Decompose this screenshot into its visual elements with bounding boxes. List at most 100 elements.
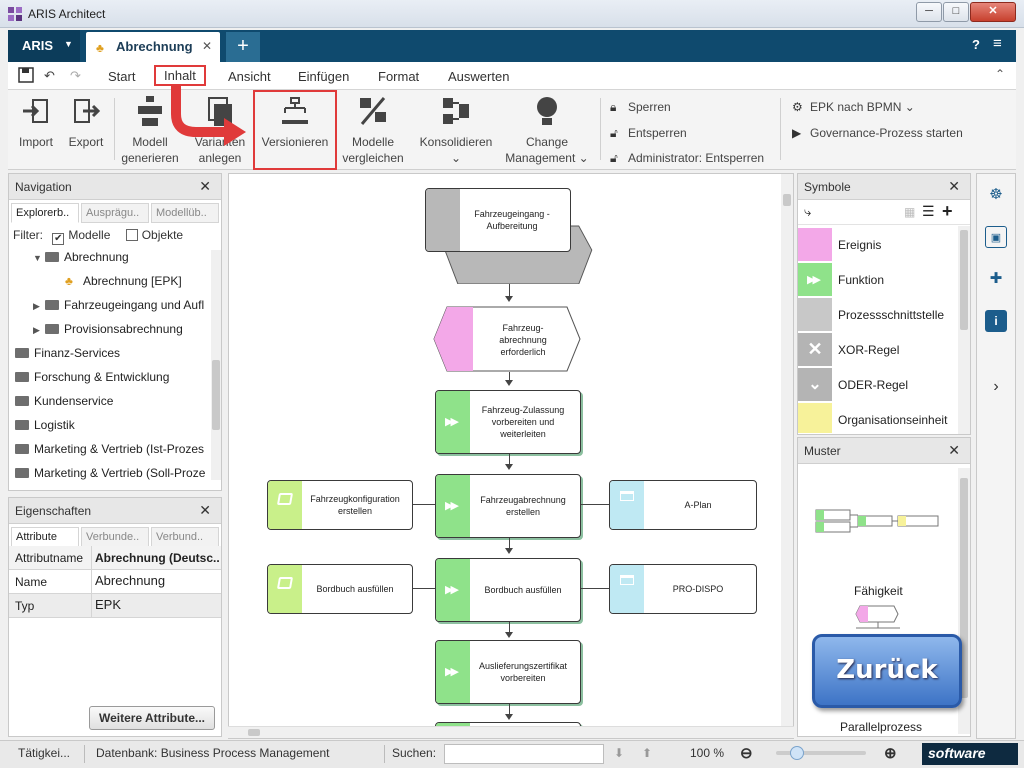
function-node[interactable]: ▶▶ Fahrzeugabrechnung erstellen: [435, 474, 581, 538]
properties-view-icon[interactable]: ▣: [985, 226, 1007, 248]
maximize-button[interactable]: □: [943, 2, 969, 22]
list-view-icon[interactable]: ☰: [922, 203, 935, 220]
zoom-slider-knob[interactable]: [790, 746, 804, 760]
model-canvas[interactable]: Fahrzeugeingang - Aufbereitung Fahrzeug-…: [228, 173, 794, 739]
symbols-scrollbar[interactable]: [958, 226, 970, 434]
tree-item-provisionsabrechnung[interactable]: ▶ Provisionsabrechnung: [33, 322, 183, 336]
zurueck-button[interactable]: Zurück: [812, 634, 962, 708]
import-button[interactable]: Import: [14, 94, 58, 150]
new-tab-button[interactable]: +: [226, 32, 260, 62]
tree-item-marketing-ist[interactable]: Marketing & Vertrieb (Ist-Prozes: [15, 442, 204, 456]
close-window-button[interactable]: ✕: [970, 2, 1016, 22]
symbol-item-oder-regel[interactable]: ⌄ ODER-Regel: [798, 368, 958, 402]
connection-icon[interactable]: ⤷: [804, 204, 811, 220]
aris-main-menu[interactable]: ARIS ▼: [8, 30, 80, 62]
close-pane-icon[interactable]: ✕: [948, 442, 960, 459]
save-icon[interactable]: [18, 67, 34, 83]
navigation-scrollbar[interactable]: [211, 250, 221, 480]
konsolidieren-button[interactable]: Konsolidieren ⌄: [416, 94, 496, 166]
attr-value[interactable]: Abrechnung: [95, 573, 165, 588]
tree-item-abrechnung[interactable]: ▼ Abrechnung: [33, 250, 129, 264]
sperren-button[interactable]: 🔒︎ Sperren: [610, 100, 671, 115]
tree-item-kundenservice[interactable]: Kundenservice: [15, 394, 113, 408]
help-button[interactable]: ?: [972, 37, 980, 52]
tab-ansicht[interactable]: Ansicht: [228, 69, 271, 84]
tree-item-fahrzeugeingang[interactable]: ▶ Fahrzeugeingang und Aufl: [33, 298, 204, 312]
scrollbar-thumb[interactable]: [212, 360, 220, 430]
tab-auswerten[interactable]: Auswerten: [448, 69, 509, 84]
add-symbol-icon[interactable]: +: [942, 201, 953, 222]
grid-view-icon[interactable]: ▦: [904, 205, 915, 219]
weitere-attribute-button[interactable]: Weitere Attribute...: [89, 706, 215, 730]
search-input[interactable]: [444, 744, 604, 764]
table-row[interactable]: Typ EPK: [9, 594, 221, 618]
close-pane-icon[interactable]: ✕: [948, 178, 960, 195]
symbol-item-prozessschnittstelle[interactable]: Prozessschnittstelle: [798, 298, 958, 332]
symbol-item-funktion[interactable]: ▶▶ Funktion: [798, 263, 958, 297]
symbol-item-xor-regel[interactable]: ✕ XOR-Regel: [798, 333, 958, 367]
puzzle-icon[interactable]: ✚: [985, 268, 1007, 290]
filter-modelle-checkbox[interactable]: ✔: [52, 233, 65, 245]
entsperren-button[interactable]: 🔓︎ Entsperren: [610, 126, 687, 141]
epk-nach-bpmn-button[interactable]: ⚙ EPK nach BPMN ⌄: [792, 100, 915, 114]
modelle-vergleichen-button[interactable]: Modelle vergleichen: [338, 94, 408, 166]
close-pane-icon[interactable]: ✕: [199, 502, 211, 519]
zoom-out-icon[interactable]: ⊖: [740, 744, 753, 762]
change-management-button[interactable]: Change Management ⌄: [502, 94, 592, 166]
function-node[interactable]: ▶▶ Auslieferungszertifikat vorbereiten: [435, 640, 581, 704]
tab-verbunden-1[interactable]: Verbunde..: [81, 527, 149, 547]
event-node[interactable]: Fahrzeug-abrechnung erforderlich: [433, 306, 581, 372]
tab-start[interactable]: Start: [108, 69, 135, 84]
tab-abrechnung[interactable]: ♣ Abrechnung ✕: [86, 32, 220, 62]
collapse-ribbon-icon[interactable]: ⌃: [995, 67, 1005, 81]
tab-verbunden-2[interactable]: Verbund..: [151, 527, 219, 547]
document-node[interactable]: Fahrzeugkonfiguration erstellen: [267, 480, 413, 530]
tree-item-logistik[interactable]: Logistik: [15, 418, 75, 432]
tab-format[interactable]: Format: [378, 69, 419, 84]
filter-objekte-checkbox[interactable]: [125, 229, 138, 241]
governance-start-button[interactable]: ▶ Governance-Prozess starten: [792, 126, 963, 140]
tab-modelluebersicht[interactable]: Modellüb..: [151, 203, 219, 223]
pattern-preview-parallelprozess[interactable]: [854, 604, 904, 634]
export-button[interactable]: Export: [64, 94, 108, 150]
tab-einfuegen[interactable]: Einfügen: [298, 69, 349, 84]
minimize-button[interactable]: ─: [916, 2, 942, 22]
scrollbar-thumb[interactable]: [783, 194, 791, 206]
system-node[interactable]: A-Plan: [609, 480, 757, 530]
canvas-horizontal-scrollbar[interactable]: [228, 726, 794, 738]
tab-attribute[interactable]: Attribute: [11, 527, 79, 547]
versionieren-button[interactable]: Versionieren: [258, 94, 332, 150]
document-node[interactable]: Bordbuch ausfüllen: [267, 564, 413, 614]
info-icon[interactable]: i: [985, 310, 1007, 332]
symbol-item-ereignis[interactable]: Ereignis: [798, 228, 958, 262]
system-node[interactable]: PRO-DISPO: [609, 564, 757, 614]
redo-icon[interactable]: ↷: [70, 68, 81, 84]
close-tab-icon[interactable]: ✕: [202, 39, 212, 53]
chevron-right-icon[interactable]: ›: [985, 376, 1007, 398]
zoom-slider[interactable]: [776, 746, 866, 760]
table-row[interactable]: Name Abrechnung: [9, 570, 221, 594]
function-node[interactable]: ▶▶ Fahrzeug-Zulassung vorbereiten und we…: [435, 390, 581, 454]
tree-item-finanz-services[interactable]: Finanz-Services: [15, 346, 120, 360]
search-next-icon[interactable]: ⬇: [614, 746, 624, 760]
search-previous-icon[interactable]: ⬆: [642, 746, 652, 760]
zoom-in-icon[interactable]: ⊕: [884, 744, 897, 762]
symbol-item-organisationseinheit[interactable]: Organisationseinheit: [798, 403, 958, 433]
process-interface-box[interactable]: Fahrzeugeingang - Aufbereitung: [425, 188, 571, 252]
scrollbar-thumb[interactable]: [248, 729, 260, 736]
tree-item-forschung[interactable]: Forschung & Entwicklung: [15, 370, 169, 384]
scrollbar-thumb[interactable]: [960, 230, 968, 330]
undo-icon[interactable]: ↶: [44, 68, 55, 84]
tree-item-marketing-soll[interactable]: Marketing & Vertrieb (Soll-Proze: [15, 466, 205, 480]
process-interface-node[interactable]: Fahrzeugeingang - Aufbereitung: [425, 188, 593, 284]
wheel-icon[interactable]: ☸: [985, 184, 1007, 206]
tab-auspraegungen[interactable]: Ausprägu..: [81, 203, 149, 223]
tree-item-abrechnung-epk[interactable]: ♣ Abrechnung [EPK]: [65, 274, 182, 288]
function-node[interactable]: ▶▶ Bordbuch ausfüllen: [435, 558, 581, 622]
close-pane-icon[interactable]: ✕: [199, 178, 211, 195]
hamburger-menu-icon[interactable]: ≡: [993, 35, 1002, 52]
canvas-vertical-scrollbar[interactable]: [781, 174, 793, 726]
pattern-preview-faehigkeit[interactable]: [814, 504, 940, 534]
tab-explorer[interactable]: Explorerb..: [11, 203, 79, 223]
tab-inhalt[interactable]: Inhalt: [154, 65, 206, 86]
